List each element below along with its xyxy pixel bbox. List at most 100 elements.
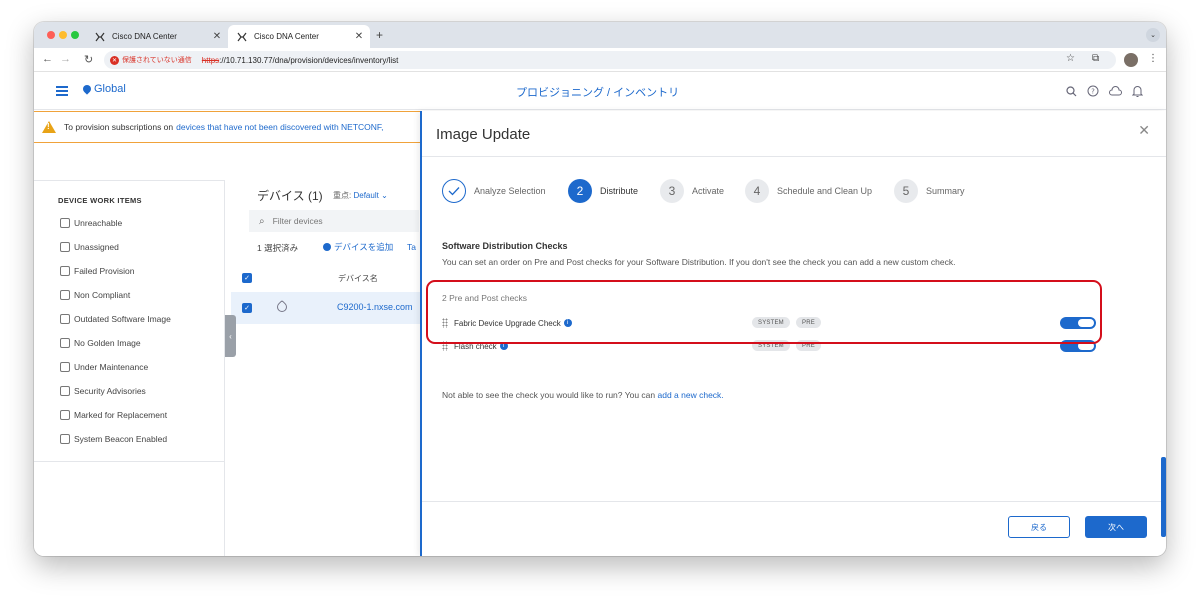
checkbox[interactable] (60, 434, 70, 444)
browser-tab-2[interactable]: Cisco DNA Center ✕ (228, 25, 370, 48)
tab-bar: Cisco DNA Center ✕ Cisco DNA Center ✕ + … (34, 22, 1166, 48)
help-icon[interactable]: ? (1086, 84, 1100, 98)
filter-placeholder: Filter devices (272, 216, 323, 226)
close-icon[interactable]: ✕ (1138, 122, 1150, 139)
work-item-unassigned[interactable]: Unassigned (60, 242, 119, 252)
reload-icon[interactable]: ↻ (84, 53, 93, 66)
work-item-system-beacon-enabled[interactable]: System Beacon Enabled (60, 434, 167, 444)
step-number: 4 (745, 179, 769, 203)
next-button[interactable]: 次へ (1085, 516, 1147, 538)
wizard-stepper: Analyze Selection 2 Distribute 3 Activat… (442, 179, 1142, 205)
step-summary[interactable]: 5 Summary (894, 179, 965, 203)
scrollbar[interactable] (1161, 457, 1166, 537)
global-site-selector[interactable]: Global (81, 83, 126, 95)
hamburger-menu-icon[interactable] (56, 86, 68, 96)
address-bar: ← → ↻ ✕ 保護されていない通信 https ://10.71.130.77… (34, 48, 1166, 72)
checkbox[interactable] (60, 266, 70, 276)
close-window-button[interactable] (47, 31, 55, 39)
drawer-header: Image Update ✕ (422, 111, 1166, 157)
warning-icon (42, 121, 56, 133)
back-button[interactable]: 戻る (1008, 516, 1070, 538)
work-item-security-advisories[interactable]: Security Advisories (60, 386, 146, 396)
checkbox[interactable] (60, 314, 70, 324)
drawer-footer: 戻る 次へ (422, 501, 1166, 556)
device-name-link[interactable]: C9200-1.nxse.com (337, 302, 413, 312)
step-label: Activate (692, 186, 725, 196)
url-path: ://10.71.130.77/dna/provision/devices/in… (219, 55, 399, 65)
browser-tab-title: Cisco DNA Center (254, 32, 319, 41)
checkbox[interactable] (60, 410, 70, 420)
cloud-icon[interactable] (1108, 84, 1122, 98)
step-analyze-selection[interactable]: Analyze Selection (442, 179, 546, 203)
work-item-outdated-software-image[interactable]: Outdated Software Image (60, 314, 171, 324)
security-label: 保護されていない通信 (122, 57, 192, 64)
work-items-title: DEVICE WORK ITEMS (58, 196, 142, 205)
browser-tab-1[interactable]: Cisco DNA Center ✕ (86, 25, 228, 48)
location-pin-icon (81, 83, 93, 95)
add-new-check-link[interactable]: add a new check. (658, 390, 724, 400)
app-header: Global プロビジョニング / インベントリ ? (34, 72, 1166, 110)
step-activate[interactable]: 3 Activate (660, 179, 724, 203)
tab-search-chevron-icon[interactable]: ⌄ (1146, 28, 1160, 42)
browser-menu-icon[interactable]: ⋮ (1148, 53, 1158, 64)
bell-icon[interactable] (1130, 84, 1144, 98)
step-label: Analyze Selection (474, 186, 546, 196)
filter-devices-input[interactable]: ⌕ Filter devices (249, 210, 419, 232)
step-distribute[interactable]: 2 Distribute (568, 179, 638, 203)
profile-avatar[interactable] (1124, 53, 1138, 67)
bookmark-star-icon[interactable]: ☆ (1066, 53, 1075, 64)
row-checkbox[interactable]: ✓ (242, 303, 252, 313)
step-number: 2 (568, 179, 592, 203)
step-number: 5 (894, 179, 918, 203)
checkbox[interactable] (60, 386, 70, 396)
select-all-checkbox[interactable]: ✓ (242, 273, 252, 283)
new-tab-button[interactable]: + (376, 28, 383, 42)
minimize-window-button[interactable] (59, 31, 67, 39)
column-header-device-name[interactable]: デバイス名 (338, 273, 378, 284)
add-device-button[interactable]: デバイスを追加 (323, 241, 393, 253)
search-icon[interactable] (1064, 84, 1078, 98)
checkbox[interactable] (60, 218, 70, 228)
close-tab-icon[interactable]: ✕ (352, 31, 366, 42)
forward-arrow-icon[interactable]: → (60, 53, 71, 65)
step-label: Distribute (600, 186, 639, 196)
provision-alert: To provision subscriptions on devices th… (34, 111, 426, 143)
checkbox[interactable] (60, 290, 70, 300)
device-count-title: デバイス (1) (257, 189, 323, 203)
checkmark-icon (442, 179, 466, 203)
url-field[interactable]: ✕ 保護されていない通信 https ://10.71.130.77/dna/p… (104, 51, 1116, 69)
selected-count: 1 選択済み (257, 243, 299, 253)
extensions-icon[interactable]: ⧉ (1092, 53, 1099, 64)
work-item-failed-provision[interactable]: Failed Provision (60, 266, 134, 276)
checkbox[interactable] (60, 338, 70, 348)
checkbox[interactable] (60, 242, 70, 252)
global-label: Global (94, 83, 126, 95)
section-title: Software Distribution Checks (442, 241, 568, 251)
section-description: You can set an order on Pre and Post che… (442, 257, 956, 267)
close-tab-icon[interactable]: ✕ (210, 31, 224, 42)
work-item-marked-for-replacement[interactable]: Marked for Replacement (60, 410, 167, 420)
focus-selector[interactable]: 重点: Default ⌄ (333, 190, 388, 201)
add-check-hint: Not able to see the check you would like… (442, 390, 724, 400)
table-row[interactable]: ✓ C9200-1.nxse.com (231, 292, 420, 324)
work-item-under-maintenance[interactable]: Under Maintenance (60, 362, 148, 372)
security-chip[interactable]: ✕ 保護されていない通信 (110, 55, 192, 65)
step-label: Summary (926, 186, 965, 196)
checkbox[interactable] (60, 362, 70, 372)
svg-text:?: ? (1091, 88, 1095, 96)
work-item-unreachable[interactable]: Unreachable (60, 218, 122, 228)
maximize-window-button[interactable] (71, 31, 79, 39)
insecure-icon: ✕ (110, 55, 119, 65)
step-number: 3 (660, 179, 684, 203)
cisco-logo-icon (236, 31, 248, 43)
work-item-non-compliant[interactable]: Non Compliant (60, 290, 130, 300)
back-arrow-icon[interactable]: ← (42, 53, 53, 65)
tag-icon[interactable] (274, 299, 290, 315)
chevron-down-icon: ⌄ (381, 191, 388, 200)
step-schedule-and-clean-up[interactable]: 4 Schedule and Clean Up (745, 179, 872, 203)
work-item-no-golden-image[interactable]: No Golden Image (60, 338, 141, 348)
tag-button[interactable]: Ta (407, 242, 416, 252)
device-work-items-panel: DEVICE WORK ITEMS Unreachable Unassigned… (34, 180, 225, 556)
collapse-panel-handle[interactable]: ‹ (225, 315, 236, 357)
alert-link[interactable]: devices that have not been discovered wi… (176, 122, 383, 132)
